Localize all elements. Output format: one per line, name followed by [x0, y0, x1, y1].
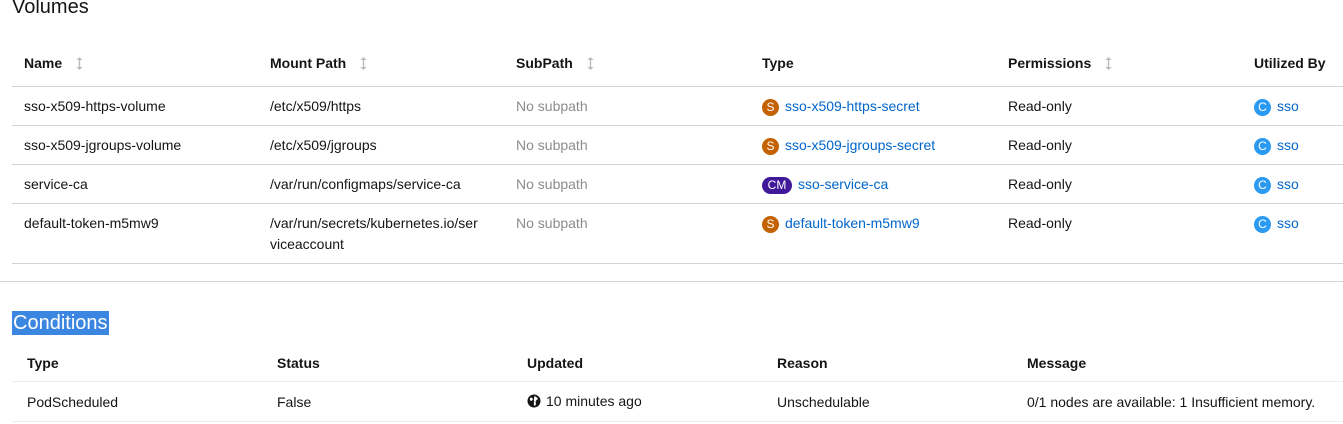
condition-message: 0/1 nodes are available: 1 Insufficient … [1012, 381, 1343, 422]
volume-subpath: No subpath [504, 125, 750, 165]
volume-utilized-by: Csso [1242, 164, 1343, 204]
section-divider [0, 281, 1343, 282]
conditions-table: Type Status Updated Reason Message PodSc… [12, 345, 1343, 422]
container-link[interactable]: sso [1277, 137, 1299, 153]
col-header-updated: Updated [512, 345, 762, 382]
configmap-badge-icon: CM [762, 177, 792, 194]
container-link[interactable]: sso [1277, 98, 1299, 114]
mount-path-line: /var/run/secrets/kubernetes.io/ser [270, 215, 478, 231]
volume-type: Ssso-x509-https-secret [750, 86, 996, 126]
secret-badge-icon: S [762, 99, 779, 116]
sort-icon[interactable] [1105, 56, 1115, 70]
sort-icon[interactable] [360, 56, 370, 70]
volume-permissions: Read-only [996, 125, 1242, 165]
col-header-mount-path[interactable]: Mount Path [258, 40, 504, 87]
volume-permissions: Read-only [996, 203, 1242, 264]
condition-type: PodScheduled [12, 381, 262, 422]
volume-type: Sdefault-token-m5mw9 [750, 203, 996, 264]
table-row: service-ca /var/run/configmaps/service-c… [12, 164, 1343, 204]
container-badge-icon: C [1254, 138, 1271, 155]
col-header-permissions[interactable]: Permissions [996, 40, 1242, 87]
col-header-type: Type [750, 40, 996, 87]
table-row: sso-x509-jgroups-volume /etc/x509/jgroup… [12, 125, 1343, 165]
volumes-header-row: Name Mount Path SubPath Type Permissions… [12, 40, 1343, 87]
volume-utilized-by: Csso [1242, 203, 1343, 264]
mount-path-line: viceaccount [270, 236, 344, 252]
volume-type: Ssso-x509-jgroups-secret [750, 125, 996, 165]
col-header-subpath[interactable]: SubPath [504, 40, 750, 87]
table-row: sso-x509-https-volume /etc/x509/https No… [12, 86, 1343, 126]
volume-mount-path: /var/run/configmaps/service-ca [258, 164, 504, 204]
globe-icon [527, 394, 541, 411]
sort-icon[interactable] [587, 56, 597, 70]
col-header-utilized-by[interactable]: Utilized By [1242, 40, 1343, 87]
volume-mount-path: /var/run/secrets/kubernetes.io/ser viceac… [258, 203, 504, 264]
volume-name: default-token-m5mw9 [12, 203, 258, 264]
volume-utilized-by: Csso [1242, 86, 1343, 126]
secret-link[interactable]: default-token-m5mw9 [785, 215, 920, 231]
volume-permissions: Read-only [996, 86, 1242, 126]
table-row: PodScheduled False 10 minutes ago Unsche… [12, 381, 1343, 422]
secret-badge-icon: S [762, 216, 779, 233]
volume-mount-path: /etc/x509/jgroups [258, 125, 504, 165]
secret-badge-icon: S [762, 138, 779, 155]
volume-subpath: No subpath [504, 164, 750, 204]
volume-name: service-ca [12, 164, 258, 204]
volume-subpath: No subpath [504, 203, 750, 264]
col-header-status: Status [262, 345, 512, 382]
volume-name: sso-x509-jgroups-volume [12, 125, 258, 165]
col-header-type: Type [12, 345, 262, 382]
container-badge-icon: C [1254, 177, 1271, 194]
col-header-reason: Reason [762, 345, 1012, 382]
container-badge-icon: C [1254, 99, 1271, 116]
condition-status: False [262, 381, 512, 422]
volumes-table: Name Mount Path SubPath Type Permissions… [12, 40, 1343, 264]
volumes-heading: Volumes [12, 0, 89, 18]
volume-type: CM sso-service-ca [750, 164, 996, 204]
configmap-link[interactable]: sso-service-ca [798, 176, 888, 192]
volume-permissions: Read-only [996, 164, 1242, 204]
container-badge-icon: C [1254, 216, 1271, 233]
volume-name: sso-x509-https-volume [12, 86, 258, 126]
conditions-heading: Conditions [12, 311, 109, 335]
sort-icon[interactable] [76, 56, 86, 70]
secret-link[interactable]: sso-x509-https-secret [785, 98, 920, 114]
updated-time: 10 minutes ago [546, 392, 642, 409]
secret-link[interactable]: sso-x509-jgroups-secret [785, 137, 935, 153]
container-link[interactable]: sso [1277, 176, 1299, 192]
volume-utilized-by: Csso [1242, 125, 1343, 165]
table-row: default-token-m5mw9 /var/run/secrets/kub… [12, 203, 1343, 264]
volume-subpath: No subpath [504, 86, 750, 126]
conditions-header-row: Type Status Updated Reason Message [12, 345, 1343, 382]
condition-updated: 10 minutes ago [512, 381, 762, 422]
volume-mount-path: /etc/x509/https [258, 86, 504, 126]
col-header-message: Message [1012, 345, 1343, 382]
container-link[interactable]: sso [1277, 215, 1299, 231]
col-header-name[interactable]: Name [12, 40, 258, 87]
condition-reason: Unschedulable [762, 381, 1012, 422]
